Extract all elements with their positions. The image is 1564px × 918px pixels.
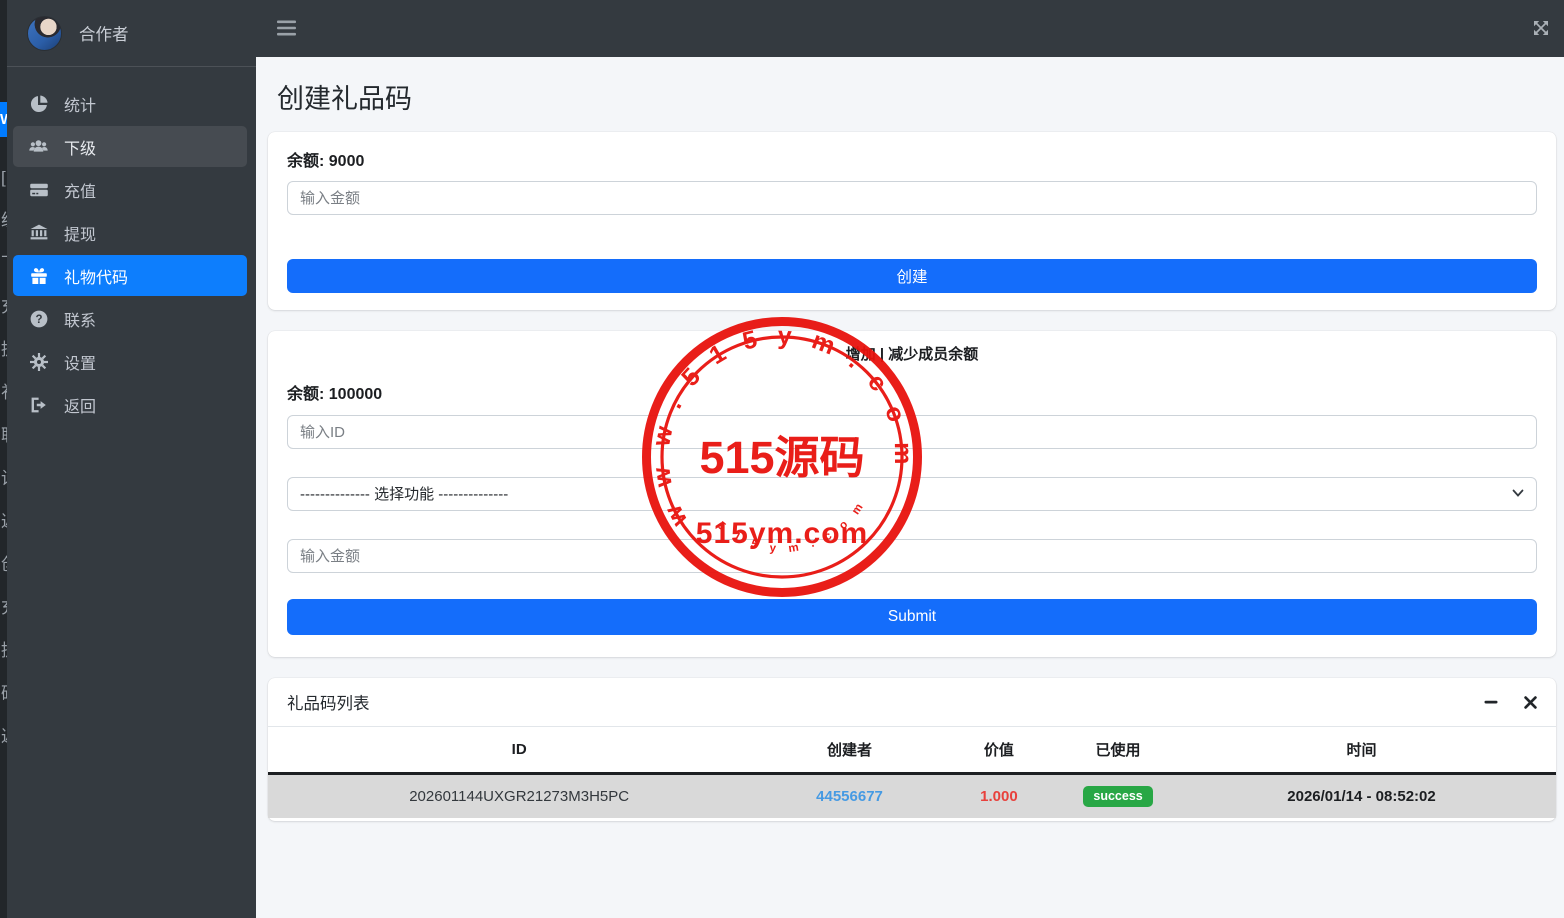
edge-strip-char: 充 [1, 598, 7, 618]
svg-text:?: ? [35, 314, 42, 326]
member-amount-input[interactable] [287, 539, 1537, 573]
sidebar-nav: 统计 下级 充值 提现 礼物代码 ? 联系 设置 返回 [7, 83, 256, 425]
submit-button[interactable]: Submit [287, 599, 1537, 635]
column-header-creator[interactable]: 创建者 [770, 727, 929, 775]
member-balance-card: 增加 | 减少成员余额 余额: 100000 -------------- 选择… [268, 331, 1556, 657]
edge-strip-char: 返 [1, 512, 7, 532]
sidebar-item-back[interactable]: 返回 [13, 384, 247, 425]
sidebar: 合作者 统计 下级 充值 提现 礼物代码 ? 联系 设置 返回 [7, 0, 256, 918]
user-name: 合作者 [79, 26, 129, 44]
amount-input[interactable] [287, 181, 1537, 215]
sidebar-item-label: 设置 [64, 355, 97, 373]
gift-code-value: 1.000 [928, 773, 1070, 818]
sidebar-item-label: 充值 [64, 183, 97, 201]
main-content: 创建礼品码 余额: 9000 创建 增加 | 减少成员余额 余额: 100000… [256, 57, 1564, 918]
edge-strip-char: [ [1, 168, 6, 187]
sidebar-item-settings[interactable]: 设置 [13, 341, 247, 382]
table-header-row: ID 创建者 价值 已使用 时间 [268, 727, 1556, 775]
edge-strip-char: 充 [1, 297, 7, 317]
edge-strip-char: 统 [1, 211, 7, 231]
edge-strip-char: W [0, 111, 7, 128]
question-circle-icon: ? [28, 309, 49, 329]
gift-code-list-card: 礼品码列表 ID 创建者 价值 已使用 时间 202601144UXGR2127… [268, 678, 1556, 821]
edge-strip-char: 返 [1, 727, 7, 747]
function-select-wrap: -------------- 选择功能 -------------- [287, 477, 1537, 511]
sidebar-item-contact[interactable]: ? 联系 [13, 298, 247, 339]
credit-card-icon [28, 180, 49, 200]
sidebar-item-label: 返回 [64, 398, 97, 416]
member-card-header: 增加 | 减少成员余额 [845, 346, 979, 363]
menu-toggle-icon[interactable] [277, 20, 296, 41]
gear-icon [28, 352, 49, 372]
background-edge-strip: W [ 统 下 充 提 礼 联 设 返 创 充 提 码 返 [0, 0, 7, 918]
edge-strip-highlight: W [0, 102, 7, 137]
avatar [27, 15, 62, 51]
sidebar-item-withdraw[interactable]: 提现 [13, 212, 247, 253]
creator-link[interactable]: 44556677 [770, 773, 929, 818]
member-id-input[interactable] [287, 415, 1537, 449]
sign-out-icon [28, 395, 49, 415]
edge-strip-char: 提 [1, 641, 7, 661]
create-button[interactable]: 创建 [287, 259, 1537, 293]
used-cell: success [1069, 773, 1167, 818]
sidebar-item-label: 礼物代码 [64, 269, 129, 287]
sidebar-item-stats[interactable]: 统计 [13, 83, 247, 124]
column-header-value[interactable]: 价值 [928, 727, 1070, 775]
sidebar-item-label: 统计 [64, 97, 97, 115]
sidebar-item-recharge[interactable]: 充值 [13, 169, 247, 210]
collapse-icon[interactable] [1484, 695, 1498, 709]
column-header-time[interactable]: 时间 [1167, 727, 1556, 775]
fullscreen-icon[interactable] [1532, 19, 1550, 42]
topbar [256, 0, 1564, 57]
sidebar-item-label: 下级 [64, 140, 97, 158]
status-badge: success [1083, 786, 1153, 807]
bank-icon [28, 223, 49, 243]
create-gift-code-card: 余额: 9000 创建 [268, 132, 1556, 310]
gift-code-table: ID 创建者 价值 已使用 时间 202601144UXGR21273M3H5P… [268, 727, 1556, 818]
edge-strip-char: 礼 [1, 383, 7, 403]
list-card-title: 礼品码列表 [287, 695, 370, 713]
close-icon[interactable] [1524, 695, 1537, 709]
list-card-header: 礼品码列表 [268, 678, 1556, 727]
edge-strip-char: 码 [1, 684, 7, 704]
balance-label: 余额: 9000 [287, 153, 365, 170]
function-select[interactable]: -------------- 选择功能 -------------- [287, 477, 1537, 511]
edge-strip-char: 提 [1, 340, 7, 360]
balance-label: 余额: 100000 [287, 386, 383, 403]
edge-strip-char: 联 [1, 426, 7, 446]
sidebar-user-panel[interactable]: 合作者 [7, 0, 256, 67]
column-header-id[interactable]: ID [268, 727, 771, 775]
users-icon [28, 137, 49, 157]
sidebar-item-label: 提现 [64, 226, 97, 244]
edge-strip-char: 设 [1, 469, 7, 489]
edge-strip-char: 创 [1, 555, 7, 575]
gift-code-id: 202601144UXGR21273M3H5PC [268, 773, 771, 818]
sidebar-item-gift-code[interactable]: 礼物代码 [13, 255, 247, 296]
created-time: 2026/01/14 - 08:52:02 [1167, 773, 1556, 818]
page-title: 创建礼品码 [277, 84, 412, 114]
pie-chart-icon [28, 94, 49, 114]
sidebar-item-subordinates[interactable]: 下级 [13, 126, 247, 167]
table-row[interactable]: 202601144UXGR21273M3H5PC 44556677 1.000 … [268, 773, 1556, 818]
gift-icon [28, 266, 49, 286]
sidebar-item-label: 联系 [64, 312, 97, 330]
edge-strip-char: 下 [1, 254, 7, 274]
column-header-used[interactable]: 已使用 [1069, 727, 1167, 775]
